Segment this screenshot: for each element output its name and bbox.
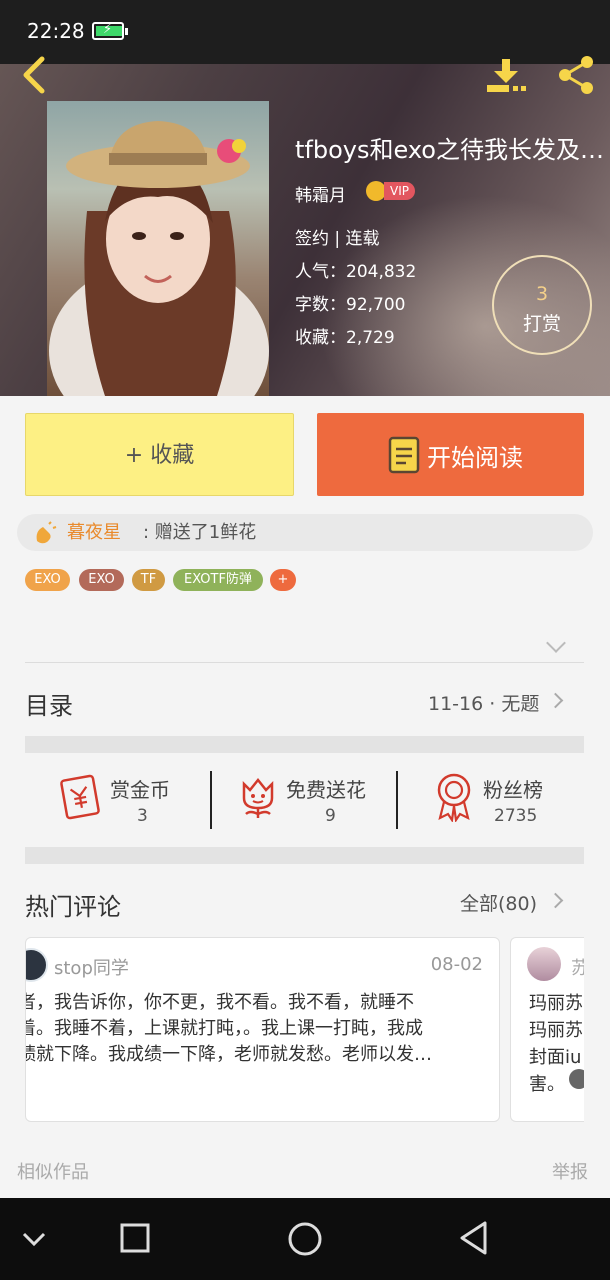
catalog-title: 目录 — [25, 692, 73, 720]
latest-chapter-link[interactable]: 11-16 · 无题 — [428, 689, 539, 716]
comment-card[interactable]: stop同学 08-02 者，我告诉你，你不更，我不看。我不看，就睡不 着。我睡… — [25, 937, 500, 1122]
reward-count: 3 — [535, 283, 549, 305]
comment-user: 苏 — [571, 954, 584, 980]
report-link[interactable]: 举报 — [552, 1158, 588, 1184]
free-flower-value: 9 — [325, 806, 336, 826]
reward-button[interactable]: 3 打赏 — [492, 255, 592, 355]
coin-envelope-icon — [60, 774, 100, 820]
gift-notice[interactable]: 暮夜星 : 赠送了1鲜花 — [17, 514, 593, 551]
cover-portrait-image — [49, 121, 269, 396]
share-icon — [559, 56, 593, 94]
book-title: tfboys和exo之待我长发及… — [295, 136, 604, 164]
author-name[interactable]: 韩霜月 — [295, 181, 346, 206]
start-reading-label: 开始阅读 — [427, 444, 523, 472]
fan-ranking-value: 2735 — [494, 806, 538, 826]
crown-icon — [366, 181, 386, 201]
add-tag-button[interactable]: + — [270, 569, 296, 591]
section-band — [25, 736, 584, 753]
avatar — [569, 1069, 584, 1089]
popularity-stat: 人气：204,832 — [295, 262, 417, 282]
start-reading-button[interactable]: 开始阅读 — [317, 413, 584, 496]
chevron-right-icon — [547, 892, 564, 909]
comment-user: stop同学 — [54, 958, 129, 979]
clap-icon — [36, 521, 57, 544]
back-arrow-icon — [23, 56, 45, 94]
comment-date: 08-02 — [430, 954, 483, 975]
tag-tf[interactable]: TF — [132, 569, 165, 591]
tag-exotf[interactable]: EXOTF防弹 — [173, 569, 263, 591]
comment-text: 者，我告诉你，你不更，我不看。我不看，就睡不 着。我睡不着，上课就打盹，。我上课… — [25, 992, 432, 1065]
coin-reward-value: 3 — [137, 806, 148, 826]
share-button[interactable] — [553, 53, 599, 97]
book-icon — [388, 436, 420, 474]
expand-chevron-icon[interactable] — [546, 633, 566, 653]
separator — [210, 771, 212, 829]
coin-reward-item[interactable]: 赏金币 3 — [56, 772, 170, 826]
status-time: 22:28 — [27, 19, 85, 43]
tag-exo-1[interactable]: EXO — [25, 569, 70, 591]
word-count-stat: 字数：92,700 — [295, 295, 406, 315]
reward-label: 打赏 — [522, 313, 561, 335]
medal-icon — [437, 773, 471, 824]
download-button[interactable] — [485, 57, 531, 95]
avatar — [26, 948, 48, 982]
book-status: 签约 | 连载 — [295, 229, 380, 249]
gift-text: : 赠送了1鲜花 — [143, 522, 257, 543]
chevron-down-icon[interactable] — [20, 1230, 48, 1248]
system-nav-bar — [0, 1198, 610, 1280]
comment-card[interactable]: 苏 玛丽苏 玛丽苏 封面iu 害。 — [510, 937, 584, 1122]
free-flower-item[interactable]: 免费送花 9 — [236, 772, 366, 826]
avatar — [527, 947, 561, 981]
gift-sender[interactable]: 暮夜星 — [67, 514, 121, 551]
section-band — [25, 847, 584, 864]
favorites-stat: 收藏：2,729 — [295, 328, 395, 348]
back-triangle-icon[interactable] — [457, 1220, 491, 1256]
charging-icon: ⚡ — [103, 22, 113, 37]
all-comments-link[interactable]: 全部(80) — [460, 889, 537, 916]
collect-button[interactable]: + 收藏 — [25, 413, 294, 496]
flower-icon — [242, 777, 274, 818]
home-circle-icon[interactable] — [286, 1220, 324, 1258]
back-button[interactable] — [16, 55, 50, 95]
hot-comments-title: 热门评论 — [25, 893, 121, 921]
download-icon — [487, 59, 526, 92]
status-bar: 22:28 ⚡ — [0, 0, 610, 64]
vip-badge: VIP — [384, 182, 415, 200]
recents-square-icon[interactable] — [119, 1222, 151, 1254]
separator — [396, 771, 398, 829]
fan-ranking-label: 粉丝榜 — [483, 778, 543, 802]
free-flower-label: 免费送花 — [286, 778, 366, 802]
similar-works-link[interactable]: 相似作品 — [17, 1158, 89, 1184]
divider — [25, 662, 584, 663]
book-cover[interactable] — [47, 101, 269, 396]
coin-reward-label: 赏金币 — [110, 778, 170, 802]
chevron-right-icon — [547, 692, 564, 709]
battery-icon: ⚡ — [92, 22, 128, 40]
tag-exo-2[interactable]: EXO — [79, 569, 124, 591]
fan-ranking-item[interactable]: 粉丝榜 2735 — [432, 772, 543, 826]
